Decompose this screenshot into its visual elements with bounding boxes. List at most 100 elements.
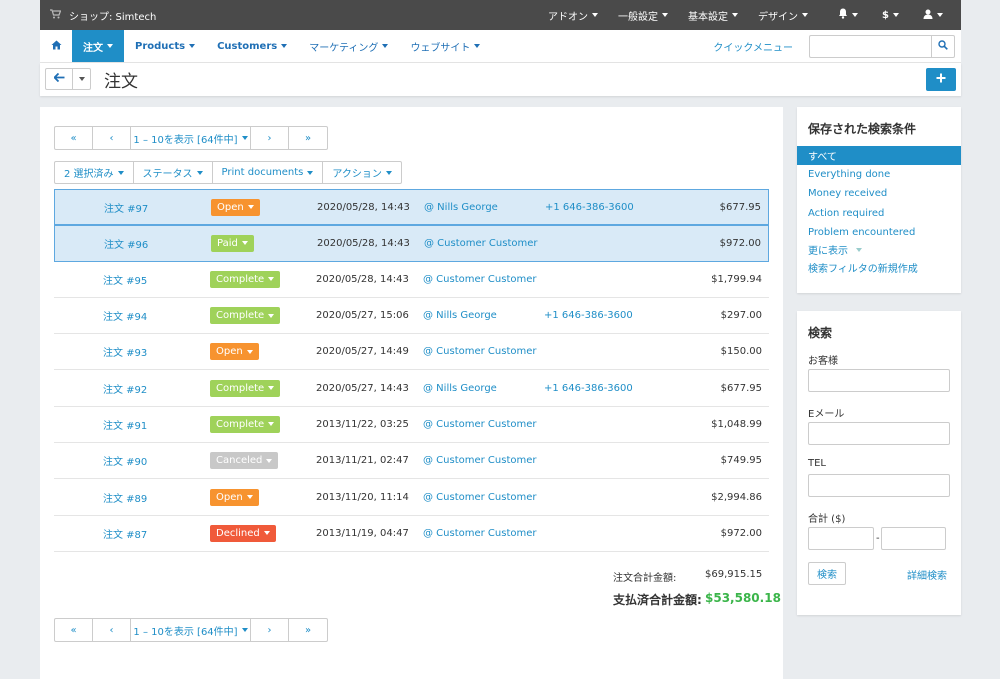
table-row[interactable]: 注文 #97 Open 2020/05/28, 14:43 @ Nills Georg… [54, 189, 769, 226]
phone-label: TEL [808, 458, 826, 469]
order-id-link[interactable]: 注文 #96 [104, 226, 148, 260]
actions-button[interactable]: アクション [323, 162, 401, 183]
shop-switcher[interactable]: ショップ: Simtech [40, 8, 156, 23]
customer-link[interactable]: @ Customer Customer [424, 226, 538, 260]
back-dropdown-button[interactable] [73, 68, 91, 90]
table-row[interactable]: 注文 #90 Canceled 2013/11/21, 02:47 @ Custome… [54, 443, 769, 480]
nav-products[interactable]: Products [124, 30, 206, 62]
chevron-down-icon [307, 170, 314, 175]
customer-link[interactable]: @ Customer Customer [423, 479, 537, 514]
order-status-badge[interactable]: Complete [210, 415, 281, 433]
pagination-prev[interactable]: ‹ [93, 619, 131, 641]
status-button[interactable]: ステータス [134, 162, 213, 183]
nav-customers-label: Customers [217, 40, 278, 52]
nav-website-label: ウェブサイト [410, 42, 471, 54]
table-row[interactable]: 注文 #87 Declined 2013/11/19, 04:47 @ Custome… [54, 516, 769, 552]
order-status-badge[interactable]: Open [210, 343, 259, 361]
pagination-last[interactable]: » [289, 619, 327, 641]
saved-search-everything-done[interactable]: Everything done [797, 165, 961, 184]
show-more-link[interactable]: 更に表示 [797, 240, 961, 259]
customer-link[interactable]: @ Customer Customer [423, 262, 537, 297]
email-field[interactable] [808, 422, 950, 445]
order-status-badge[interactable]: Open [210, 488, 259, 506]
order-id-link[interactable]: 注文 #95 [103, 262, 147, 297]
pagination-last[interactable]: » [289, 127, 327, 149]
customer-link[interactable]: @ Customer Customer [423, 516, 537, 551]
search-button[interactable]: 検索 [808, 562, 846, 585]
selected-count-button[interactable]: 2 選択済み [55, 162, 134, 183]
total-from-field[interactable] [808, 527, 874, 550]
table-row[interactable]: 注文 #95 Complete 2020/05/28, 14:43 @ Custome… [54, 262, 769, 298]
customer-link[interactable]: @ Customer Customer [423, 407, 537, 442]
quick-menu-link[interactable]: クイックメニュー [713, 30, 809, 62]
order-id-link[interactable]: 注文 #89 [103, 479, 147, 514]
customer-link[interactable]: @ Nills George [424, 190, 498, 224]
table-row[interactable]: 注文 #91 Complete 2013/11/22, 03:25 @ Custome… [54, 407, 769, 444]
table-row[interactable]: 注文 #89 Open 2013/11/20, 11:14 @ Customer Cu… [54, 479, 769, 516]
pagination-next[interactable]: › [251, 619, 289, 641]
nav-home[interactable] [40, 30, 72, 62]
phone-field[interactable] [808, 474, 950, 497]
order-status-badge[interactable]: Complete [210, 379, 281, 397]
order-id-link[interactable]: 注文 #90 [103, 443, 147, 478]
order-id-link[interactable]: 注文 #92 [103, 370, 147, 405]
saved-search-action-required[interactable]: Action required [797, 204, 961, 223]
phone-link[interactable]: +1 646-386-3600 [545, 190, 634, 224]
order-id-link[interactable]: 注文 #97 [104, 190, 148, 224]
pagination-first[interactable]: « [55, 127, 93, 149]
nav-customers[interactable]: Customers [206, 30, 298, 62]
pagination-next[interactable]: › [251, 127, 289, 149]
nav-website[interactable]: ウェブサイト [399, 30, 491, 62]
pagination-info[interactable]: 1 – 10を表示 [64件中] [131, 619, 251, 641]
topmenu-design[interactable]: デザイン [748, 0, 818, 30]
order-status-badge[interactable]: Complete [210, 307, 281, 325]
customer-link[interactable]: @ Customer Customer [423, 443, 537, 478]
currency-menu[interactable]: $ [870, 0, 911, 30]
add-order-button[interactable] [926, 68, 956, 91]
pagination-prev[interactable]: ‹ [93, 127, 131, 149]
chevron-down-icon [382, 44, 389, 48]
order-status-badge[interactable]: Open [211, 198, 260, 216]
advanced-search-link[interactable]: 詳細検索 [907, 567, 947, 582]
chevron-down-icon [247, 205, 254, 210]
saved-search-all[interactable]: すべて [797, 146, 961, 165]
customer-link[interactable]: @ Customer Customer [423, 334, 537, 369]
order-status-badge[interactable]: Complete [210, 270, 281, 288]
topmenu-addons[interactable]: アドオン [538, 0, 608, 30]
order-id-link[interactable]: 注文 #94 [103, 298, 147, 333]
order-id-link[interactable]: 注文 #91 [103, 407, 147, 442]
nav-marketing[interactable]: マーケティング [298, 30, 399, 62]
pagination-first[interactable]: « [55, 619, 93, 641]
chevron-down-icon [893, 13, 899, 17]
order-status-badge[interactable]: Declined [210, 524, 276, 542]
customer-link[interactable]: @ Nills George [423, 370, 497, 405]
notifications-menu[interactable] [818, 0, 870, 30]
chevron-down-icon [385, 170, 392, 175]
table-row[interactable]: 注文 #93 Open 2020/05/27, 14:49 @ Customer Cu… [54, 334, 769, 371]
saved-search-money-received[interactable]: Money received [797, 184, 961, 203]
topmenu-general-settings[interactable]: 一般設定 [608, 0, 678, 30]
table-row[interactable]: 注文 #92 Complete 2020/05/27, 14:43 @ Nills G… [54, 370, 769, 407]
customer-field[interactable] [808, 369, 950, 392]
create-search-filter-link[interactable]: 検索フィルタの新規作成 [797, 258, 961, 277]
order-id-link[interactable]: 注文 #93 [103, 334, 147, 369]
back-button[interactable] [45, 68, 73, 90]
nav-orders[interactable]: 注文 [72, 30, 124, 62]
order-status-label: Complete [216, 273, 265, 285]
order-status-badge[interactable]: Paid [211, 234, 254, 252]
global-search-button[interactable] [931, 34, 955, 58]
global-search-input[interactable] [809, 34, 931, 58]
topmenu-basic-settings[interactable]: 基本設定 [678, 0, 748, 30]
table-row[interactable]: 注文 #94 Complete 2020/05/27, 15:06 @ Nills G… [54, 298, 769, 335]
order-id-link[interactable]: 注文 #87 [103, 516, 147, 551]
pagination-info[interactable]: 1 – 10を表示 [64件中] [131, 127, 251, 149]
user-menu[interactable] [911, 0, 961, 30]
order-status-badge[interactable]: Canceled [210, 452, 279, 470]
print-documents-button[interactable]: Print documents [213, 162, 324, 183]
table-row[interactable]: 注文 #96 Paid 2020/05/28, 14:43 @ Customer Cu… [54, 225, 769, 262]
phone-link[interactable]: +1 646-386-3600 [544, 298, 633, 333]
order-status-label: Complete [216, 418, 265, 430]
phone-link[interactable]: +1 646-386-3600 [544, 370, 633, 405]
customer-link[interactable]: @ Nills George [423, 298, 497, 333]
total-to-field[interactable] [881, 527, 946, 550]
